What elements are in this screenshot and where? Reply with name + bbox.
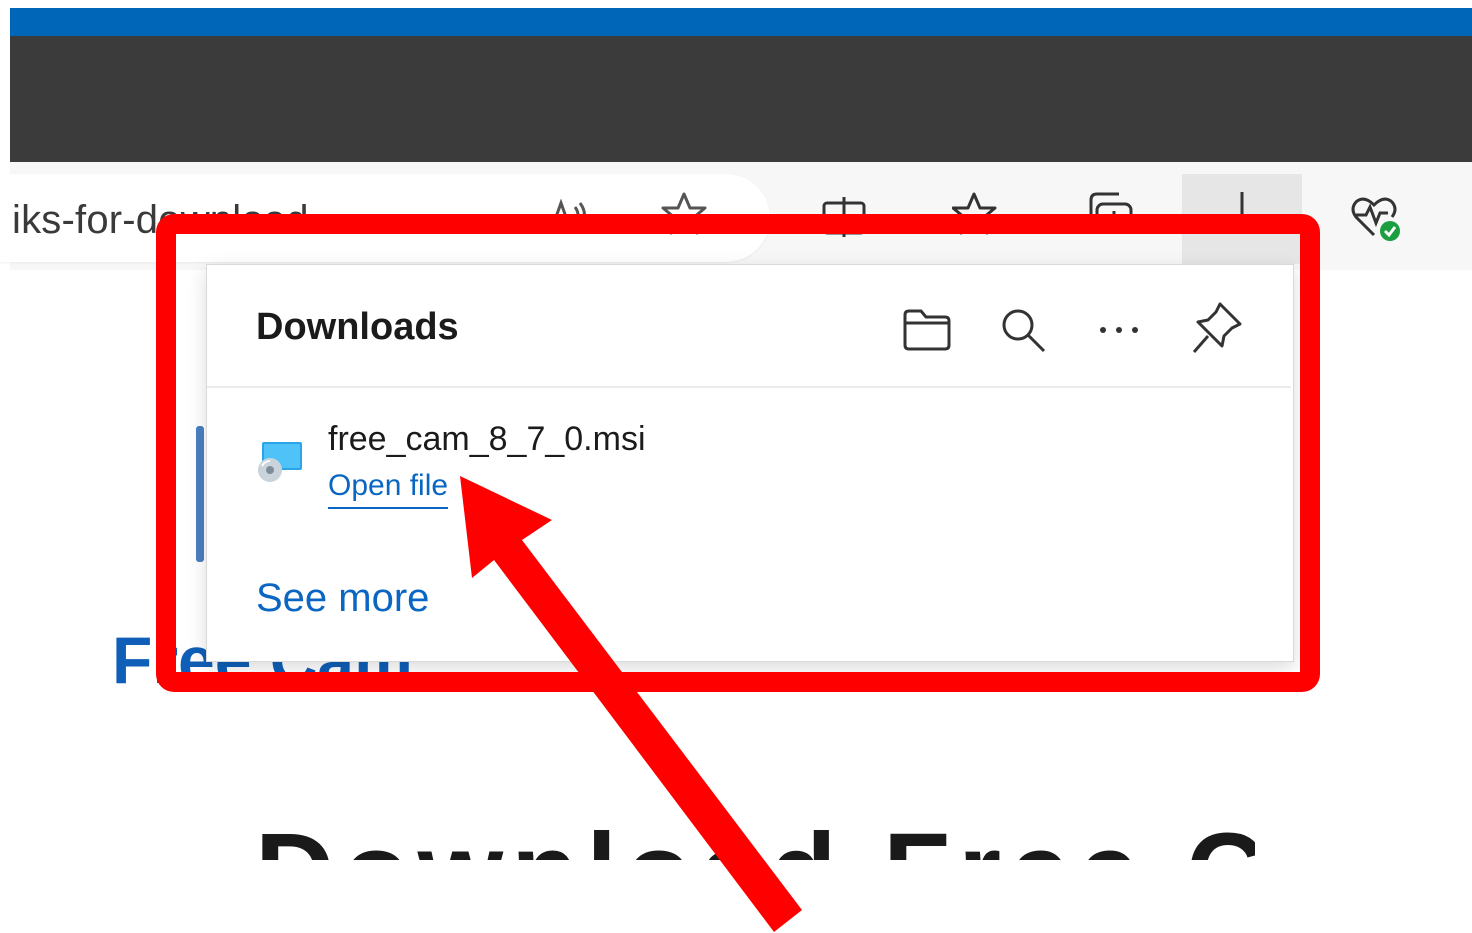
page-main-heading-text: Download Free Cam (255, 818, 1255, 861)
annotation-highlight-box (156, 214, 1320, 692)
tab-strip (10, 36, 1472, 162)
window-accent-bar (10, 8, 1472, 36)
page-main-heading: Download Free Cam (255, 812, 1255, 861)
browser-essentials-icon[interactable] (1346, 190, 1406, 246)
